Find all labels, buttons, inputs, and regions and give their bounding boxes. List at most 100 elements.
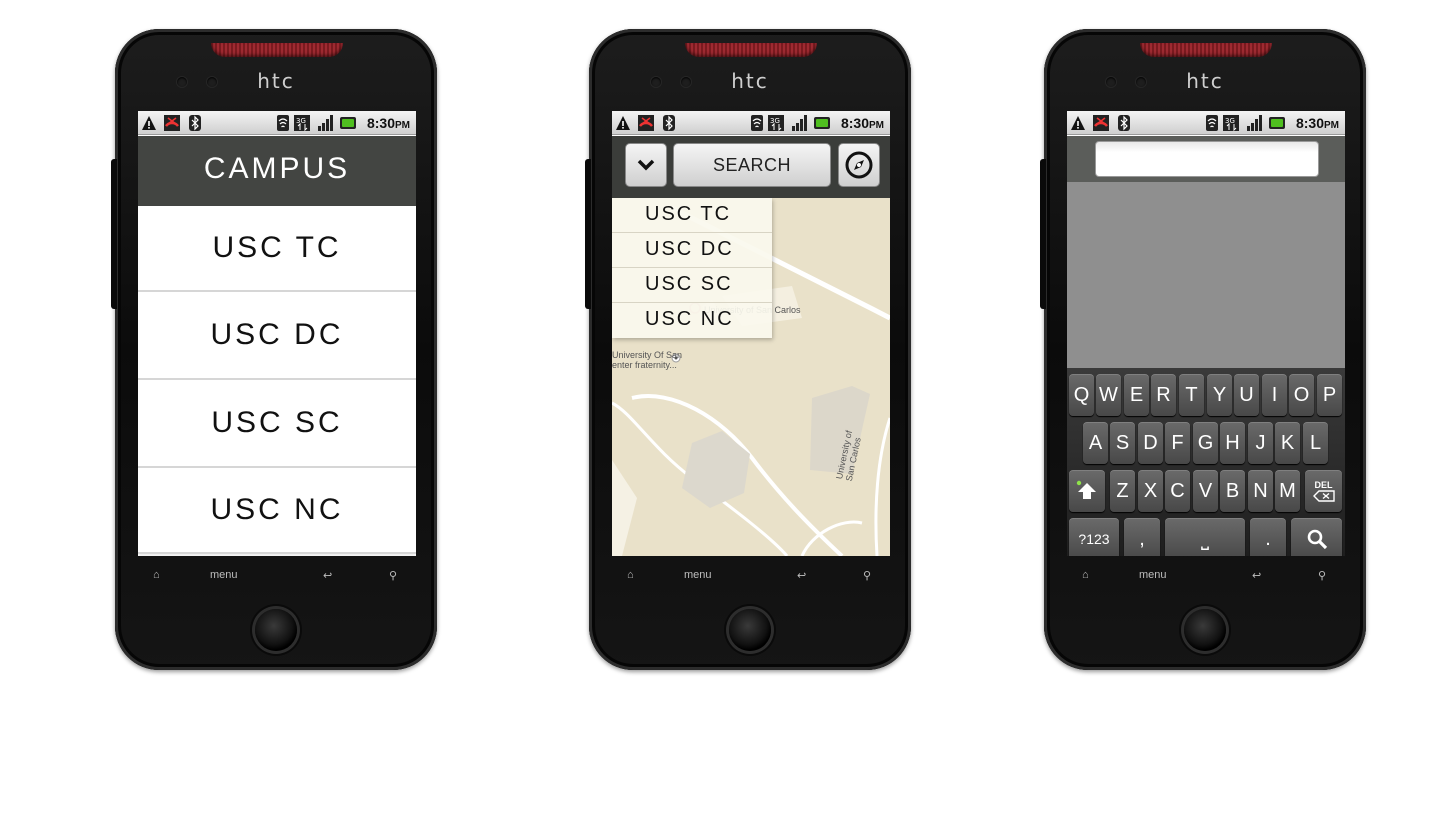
dropdown-item-usc-tc[interactable]: USC TC	[612, 198, 772, 233]
shift-key[interactable]	[1069, 470, 1105, 512]
key-d[interactable]: D	[1138, 422, 1163, 464]
search-input[interactable]	[1095, 141, 1319, 177]
dropdown-item-usc-nc[interactable]: USC NC	[612, 303, 772, 338]
battery-icon	[1269, 117, 1285, 129]
key-i[interactable]: I	[1262, 374, 1287, 416]
volume-button[interactable]	[585, 159, 591, 309]
volume-button[interactable]	[111, 159, 117, 309]
bluetooth-icon	[189, 115, 201, 131]
signal-icon	[318, 115, 333, 131]
battery-icon	[340, 117, 356, 129]
search-icon	[1307, 529, 1327, 550]
results-area	[1067, 182, 1345, 368]
map-toolbar: SEARCH	[612, 136, 890, 198]
campus-item-usc-tc[interactable]: USC TC	[138, 206, 416, 292]
home-nav-icon[interactable]: ⌂	[153, 569, 160, 581]
missed-call-icon	[638, 115, 654, 131]
key-a[interactable]: A	[1083, 422, 1108, 464]
key-r[interactable]: R	[1151, 374, 1176, 416]
back-nav-icon[interactable]: ↩	[797, 569, 806, 582]
brand-logo: htc	[731, 69, 769, 93]
campus-item-usc-nc[interactable]: USC NC	[138, 468, 416, 554]
key-z[interactable]: Z	[1110, 470, 1135, 512]
key-w[interactable]: W	[1096, 374, 1121, 416]
key-l[interactable]: L	[1303, 422, 1328, 464]
compass-button[interactable]	[838, 143, 880, 187]
key-u[interactable]: U	[1234, 374, 1259, 416]
shift-arrow-icon	[1076, 480, 1096, 499]
comma-key[interactable]: ,	[1124, 518, 1160, 556]
back-nav-icon[interactable]: ↩	[1252, 569, 1261, 582]
key-j[interactable]: J	[1248, 422, 1273, 464]
back-nav-icon[interactable]: ↩	[323, 569, 332, 582]
search-nav-icon[interactable]: ⚲	[389, 569, 397, 582]
map-label-fraternity: enter fraternity...	[612, 360, 677, 370]
key-x[interactable]: X	[1138, 470, 1163, 512]
campus-item-usc-sc[interactable]: USC SC	[138, 380, 416, 468]
hardware-nav: ⌂ menu ↩ ⚲	[1044, 569, 1366, 593]
dropdown-item-usc-sc[interactable]: USC SC	[612, 268, 772, 303]
brand-logo: htc	[1186, 69, 1224, 93]
key-t[interactable]: T	[1179, 374, 1204, 416]
key-m[interactable]: M	[1275, 470, 1300, 512]
clock: 8:30PM	[366, 115, 410, 131]
bluetooth-icon	[1118, 115, 1130, 131]
campus-dropdown-button[interactable]	[625, 143, 667, 187]
phone-map: htc 3G 8:30PM SEARCH Carlos University O…	[585, 29, 911, 670]
space-key[interactable]: ⎵	[1165, 518, 1245, 556]
key-y[interactable]: Y	[1207, 374, 1232, 416]
key-b[interactable]: B	[1220, 470, 1245, 512]
key-s[interactable]: S	[1110, 422, 1135, 464]
missed-call-icon	[1093, 115, 1109, 131]
home-button[interactable]	[255, 609, 297, 651]
menu-nav-button[interactable]: menu	[210, 569, 238, 581]
symbols-key[interactable]: ?123	[1069, 518, 1119, 556]
home-button[interactable]	[729, 609, 771, 651]
campus-map[interactable]: University of San Carlos University Of S…	[612, 198, 890, 556]
menu-nav-button[interactable]: menu	[1139, 569, 1167, 581]
key-v[interactable]: V	[1193, 470, 1218, 512]
key-g[interactable]: G	[1193, 422, 1218, 464]
period-key[interactable]: .	[1250, 518, 1286, 556]
page-title: CAMPUS	[138, 136, 416, 206]
menu-nav-button[interactable]: menu	[684, 569, 712, 581]
key-n[interactable]: N	[1248, 470, 1273, 512]
key-c[interactable]: C	[1165, 470, 1190, 512]
backspace-icon	[1312, 490, 1335, 502]
svg-text:3G: 3G	[1225, 117, 1235, 125]
soft-keyboard: Q W E R T Y U I O P A S D F G H J K L Z …	[1067, 368, 1345, 556]
dropdown-item-usc-dc[interactable]: USC DC	[612, 233, 772, 268]
3g-icon: 3G	[294, 115, 310, 131]
search-button[interactable]: SEARCH	[673, 143, 831, 187]
phone-keyboard-search: htc 3G 8:30PM Q W E R T Y U I O P A S D …	[1040, 29, 1366, 670]
delete-key[interactable]: DEL	[1305, 470, 1342, 512]
warning-icon	[616, 116, 630, 130]
key-o[interactable]: O	[1289, 374, 1314, 416]
search-key[interactable]	[1291, 518, 1342, 556]
chevron-down-icon	[637, 159, 655, 171]
screen: 3G 8:30PM CAMPUS USC TC USC DC USC SC US…	[138, 111, 416, 556]
search-nav-icon[interactable]: ⚲	[863, 569, 871, 582]
hardware-nav: ⌂ menu ↩ ⚲	[115, 569, 437, 593]
key-f[interactable]: F	[1165, 422, 1190, 464]
signal-icon	[1247, 115, 1262, 131]
key-k[interactable]: K	[1275, 422, 1300, 464]
brand-logo: htc	[257, 69, 295, 93]
key-h[interactable]: H	[1220, 422, 1245, 464]
key-e[interactable]: E	[1124, 374, 1149, 416]
svg-text:3G: 3G	[770, 117, 780, 125]
home-nav-icon[interactable]: ⌂	[1082, 569, 1089, 581]
home-nav-icon[interactable]: ⌂	[627, 569, 634, 581]
screen: 3G 8:30PM Q W E R T Y U I O P A S D F G	[1067, 111, 1345, 556]
clock: 8:30PM	[840, 115, 884, 131]
search-nav-icon[interactable]: ⚲	[1318, 569, 1326, 582]
battery-icon	[814, 117, 830, 129]
earpiece-speaker	[685, 43, 817, 57]
campus-item-usc-dc[interactable]: USC DC	[138, 292, 416, 380]
key-p[interactable]: P	[1317, 374, 1342, 416]
map-label-university-of-san: University Of San	[612, 350, 683, 360]
volume-button[interactable]	[1040, 159, 1046, 309]
key-q[interactable]: Q	[1069, 374, 1094, 416]
home-button[interactable]	[1184, 609, 1226, 651]
clock: 8:30PM	[1295, 115, 1339, 131]
